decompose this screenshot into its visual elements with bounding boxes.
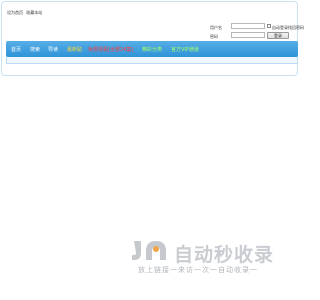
header-panel: 设为首页 收藏本站 用户名 自动登录 找回密码 密码 登录 首页 搜索 导读 最… [1,1,304,76]
sub-nav-bar [6,57,298,64]
nav-item-home[interactable]: 首页 [11,46,21,53]
password-label: 密码 [210,34,218,39]
nav-item-vip[interactable]: 官方VIP通道 [171,46,199,53]
nav-item-latest[interactable]: 最新贴 [67,46,82,53]
bookmark-link[interactable]: 收藏本站 [26,10,42,15]
brand-name: 自动秒收录 [174,244,275,266]
nav-item-guide[interactable]: 导读 [48,46,58,53]
nav-item-free-watch[interactable]: 免费观看[全部24集] [88,46,133,53]
password-input[interactable] [231,32,265,38]
login-form: 用户名 自动登录 找回密码 密码 登录 [208,23,304,41]
username-input[interactable] [231,23,265,29]
watermark-logo: 自动秒收录 [130,237,295,266]
username-label: 用户名 [210,25,222,30]
set-homepage-link[interactable]: 设为首页 [7,10,23,15]
auto-login-label: 自动登录 [272,25,288,30]
find-password-link[interactable]: 找回密码 [288,25,304,31]
nav-item-search[interactable]: 搜索 [30,46,40,53]
nav-item-categories[interactable]: 精彩分类 [142,46,162,53]
auto-login-checkbox[interactable] [267,24,271,28]
main-nav: 首页 搜索 导读 最新贴 免费观看[全部24集] 精彩分类 官方VIP通道 [6,41,298,57]
brand-tagline: 放上链接一来访一次一自动收录一 [138,266,258,274]
brand-logo-icon [132,241,166,260]
login-button[interactable]: 登录 [267,32,289,39]
top-links: 设为首页 收藏本站 [7,10,44,16]
